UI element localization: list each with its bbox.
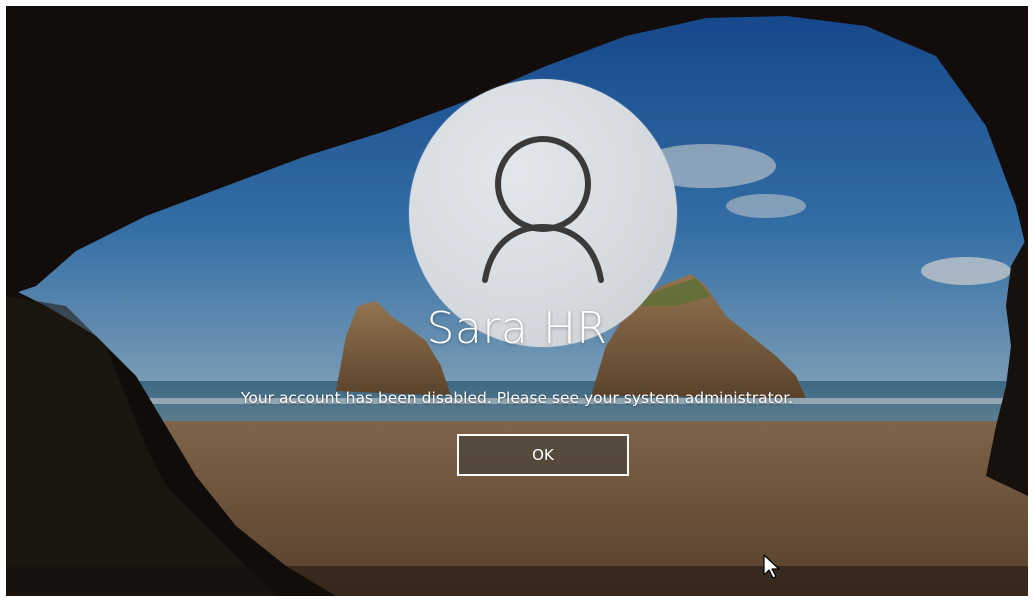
user-name: Sara HR — [426, 303, 608, 354]
mouse-pointer-icon — [763, 554, 780, 579]
ok-button-label: OK — [532, 446, 554, 464]
account-disabled-message: Your account has been disabled. Please s… — [240, 389, 794, 407]
lock-screen: Sara HR Your account has been disabled. … — [6, 6, 1028, 596]
ok-button[interactable]: OK — [457, 434, 629, 476]
